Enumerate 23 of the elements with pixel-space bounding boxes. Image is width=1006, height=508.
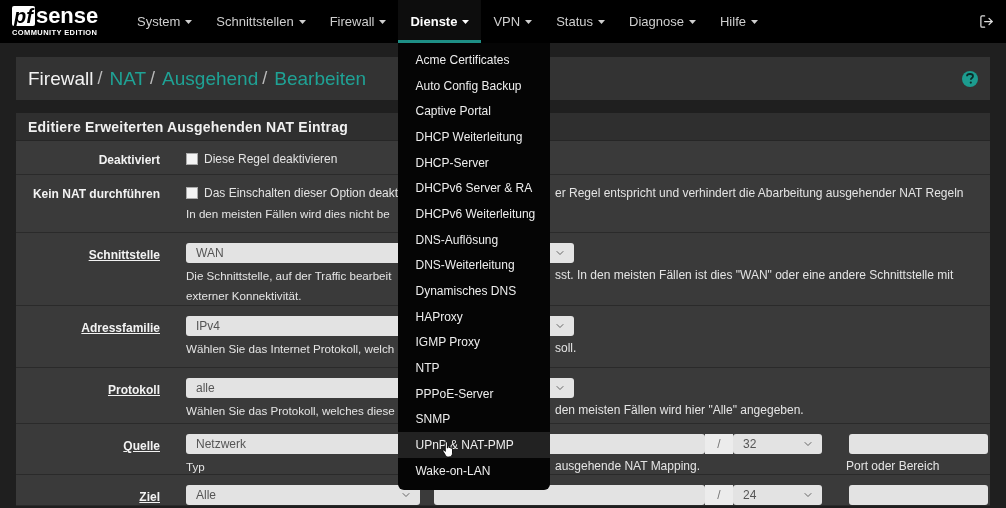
help-text: Wählen Sie das Protokoll, welches diese (186, 403, 395, 417)
field-label: Kein NAT durchführen (32, 187, 160, 201)
help-text: Die Schnittstelle, auf der Traffic bearbeit (186, 268, 392, 282)
breadcrumb-separator: / (97, 68, 103, 89)
help-text: Wählen Sie das Internet Protokoll, welch (186, 341, 395, 355)
checkbox-label: er Regel entspricht und verhindert die Abarbeitung ausgehender NAT Regeln (555, 186, 964, 200)
breadcrumb-text: Firewall (28, 67, 94, 90)
breadcrumb-separator: / (150, 68, 156, 89)
help-text: externer Konnektivität. (186, 288, 302, 302)
help-text: Port oder Bereich (846, 459, 940, 473)
breadcrumb-separator: / (262, 68, 268, 89)
field-label: Deaktiviert (98, 153, 160, 167)
slash-label: / (705, 485, 733, 505)
logo-text: sense (35, 6, 99, 26)
checkbox-label: Diese Regel deaktivieren (204, 152, 338, 166)
help-text: soll. (555, 341, 577, 355)
help-text: ausgehende NAT Mapping. (555, 459, 700, 473)
help-text: den meisten Fällen wird hier "Alle" angegeben. (555, 403, 804, 417)
help-text: In den meisten Fällen wird dies nicht be (186, 206, 390, 220)
help-text: sst. In den meisten Fällen ist dies "WAN" oder eine andere Schnittstelle mit (555, 268, 954, 282)
logo-mark: pf (12, 6, 35, 26)
help-text: Typ (186, 459, 205, 473)
slash-label: / (705, 434, 733, 454)
